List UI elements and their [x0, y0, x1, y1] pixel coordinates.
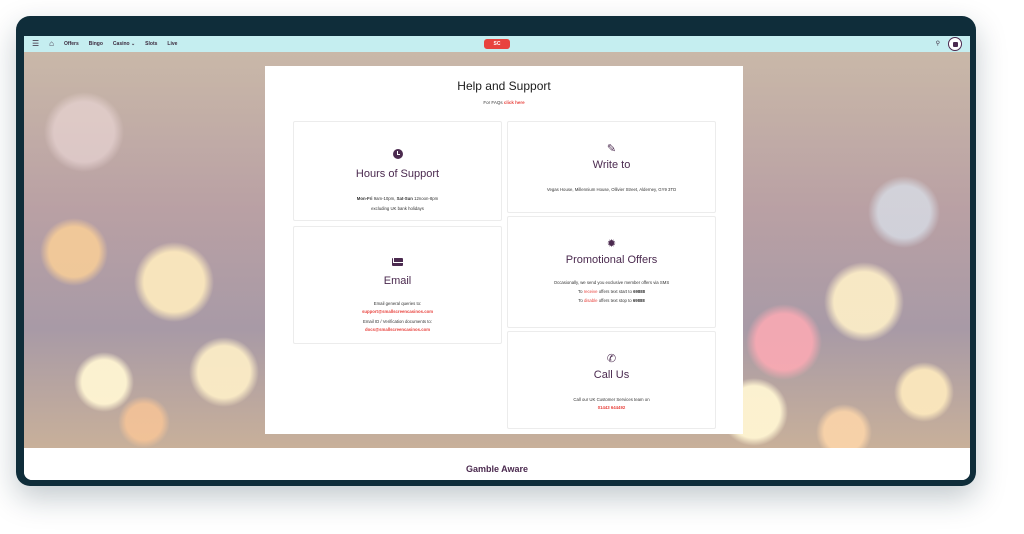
email-general-link[interactable]: support@smallscreencasinos.com — [294, 309, 501, 314]
gamble-aware-section: Gamble Aware — [24, 448, 970, 480]
call-title: Call Us — [593, 369, 630, 381]
email-docs-label: Email ID / Verification documents to: — [362, 318, 433, 324]
envelope-icon — [392, 258, 403, 266]
home-icon[interactable]: ⌂ — [49, 40, 54, 48]
email-card: Email Email general queries to: support@… — [293, 226, 502, 344]
top-navbar: ☰ ⌂ Offers Bingo Casino ⌄ Slots Live SC … — [24, 36, 970, 52]
browser-screen: ☰ ⌂ Offers Bingo Casino ⌄ Slots Live SC … — [24, 36, 970, 480]
pencil-icon: ✎ — [606, 143, 617, 155]
hours-title: Hours of Support — [355, 168, 440, 180]
hours-line: Mon-Fri 9am-10pm, Sat-Sun 12noon-8pm — [294, 196, 501, 202]
write-title: Write to — [592, 159, 631, 171]
nav-link-bingo[interactable]: Bingo — [89, 41, 103, 47]
promo-disable-number: 69888 — [632, 297, 645, 303]
promo-disable-prefix: To — [578, 297, 583, 303]
nav-link-slots[interactable]: Slots — [145, 41, 157, 47]
nav-right: ⚲ — [936, 36, 962, 52]
promo-disable-line: To disable offers text stop to 69888 — [508, 298, 715, 304]
account-avatar-button[interactable] — [948, 37, 962, 51]
hours-note: excluding UK bank holidays — [371, 205, 424, 211]
gamble-aware-title: Gamble Aware — [465, 464, 529, 474]
faq-prefix: For FAQs — [483, 100, 503, 105]
promo-disable-suffix: offers text stop to — [598, 297, 632, 303]
call-text: Call our UK Customer Services team on — [573, 397, 650, 402]
page-title: Help and Support — [457, 79, 551, 93]
write-card: ✎ Write to Vegas House, Millennium House… — [507, 121, 716, 213]
clock-icon — [392, 149, 403, 159]
email-general-label: Email general queries to: — [373, 301, 422, 306]
email-docs-link[interactable]: docs@smallscreencasinos.com — [294, 327, 501, 332]
search-icon[interactable]: ⚲ — [936, 41, 940, 47]
promo-disable-word: disable — [583, 297, 598, 303]
nav-link-live[interactable]: Live — [167, 41, 177, 47]
promo-title: Promotional Offers — [565, 254, 658, 266]
device-frame: ☰ ⌂ Offers Bingo Casino ⌄ Slots Live SC … — [16, 16, 976, 486]
menu-icon[interactable]: ☰ — [32, 40, 39, 48]
nav-link-offers[interactable]: Offers — [64, 41, 79, 47]
promo-receive-number: 69888 — [633, 288, 646, 294]
gear-badge-icon: ✹ — [606, 238, 617, 250]
promo-receive-suffix: offers text start to — [598, 288, 632, 294]
promo-receive-prefix: To — [577, 288, 583, 294]
help-support-panel: Help and Support For FAQs click here Hou… — [265, 66, 743, 434]
faq-line: For FAQs click here — [265, 100, 743, 105]
nav-left: ☰ ⌂ Offers Bingo Casino ⌄ Slots Live — [32, 40, 177, 48]
call-number-link[interactable]: 01443 644492 — [508, 405, 715, 410]
call-card: ✆ Call Us Call our UK Customer Services … — [507, 331, 716, 429]
hours-weekend-label: Sat-Sun — [396, 196, 413, 201]
logo-text: SC — [493, 41, 501, 47]
hours-weekday-value: 9am-10pm, — [373, 196, 396, 201]
promo-intro: Occasionally, we send you exclusive memb… — [553, 280, 670, 285]
hours-weekend-value: 12noon-8pm — [414, 196, 439, 201]
write-address: Vegas House, Millennium House, Ollivier … — [546, 187, 677, 192]
nav-link-casino[interactable]: Casino ⌄ — [113, 41, 135, 47]
promo-receive-line: To receive offers text start to 69888 — [508, 289, 715, 295]
email-title: Email — [383, 275, 412, 287]
hours-card: Hours of Support Mon-Fri 9am-10pm, Sat-S… — [293, 121, 502, 221]
phone-icon: ✆ — [606, 353, 617, 365]
promo-receive-word: receive — [583, 288, 598, 294]
hours-weekday-label: Mon-Fri — [356, 196, 373, 201]
site-logo[interactable]: SC — [484, 39, 510, 49]
faq-link[interactable]: click here — [504, 100, 525, 105]
promo-card: ✹ Promotional Offers Occasionally, we se… — [507, 216, 716, 328]
